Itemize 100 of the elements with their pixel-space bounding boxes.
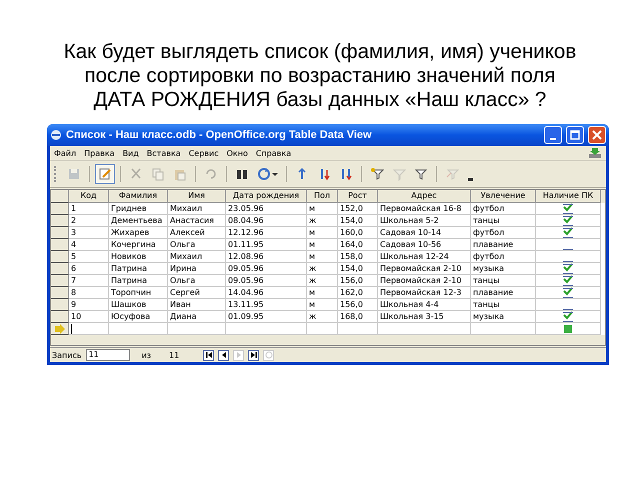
table-cell: 9 <box>69 299 109 311</box>
row-header[interactable] <box>51 251 69 263</box>
column-header[interactable]: Адрес <box>378 190 471 203</box>
download-icon[interactable] <box>588 147 602 159</box>
checkbox[interactable] <box>563 323 573 334</box>
column-header[interactable]: Пол <box>307 190 338 203</box>
menu-item[interactable]: Вид <box>122 148 139 158</box>
maximize-button[interactable] <box>566 126 584 144</box>
table-cell: Жихарев <box>109 227 168 239</box>
cut-icon <box>129 167 143 181</box>
table-cell: 7 <box>69 275 109 287</box>
table-cell: музыка <box>471 311 536 323</box>
column-header[interactable]: Рост <box>338 190 378 203</box>
dropdown-arrow-icon <box>272 171 278 177</box>
table-cell: Школьная 12-24 <box>378 251 471 263</box>
remove-filter-icon <box>445 167 459 181</box>
row-header[interactable] <box>51 299 69 311</box>
row-header[interactable] <box>51 227 69 239</box>
table-cell: Торопчин <box>109 287 168 299</box>
menu-item[interactable]: Файл <box>54 148 76 158</box>
checkbox[interactable] <box>563 215 573 226</box>
standard-filter-icon <box>414 167 428 181</box>
table-cell: 09.05.96 <box>226 263 307 275</box>
record-label: Запись <box>52 350 82 360</box>
new-record-icon <box>54 324 66 334</box>
column-header[interactable]: Имя <box>168 190 226 203</box>
table-cell: 8 <box>69 287 109 299</box>
close-button[interactable] <box>588 126 606 144</box>
checkbox[interactable] <box>563 311 573 322</box>
menu-item[interactable]: Окно <box>226 148 248 158</box>
table-cell: 6 <box>69 263 109 275</box>
row-header[interactable] <box>51 203 69 215</box>
table-cell: 09.05.96 <box>226 275 307 287</box>
table-cell: м <box>307 251 338 263</box>
column-header[interactable]: Наличие ПК <box>536 190 601 203</box>
column-header[interactable]: Код <box>69 190 109 203</box>
first-record-button[interactable] <box>203 350 214 360</box>
table-cell: танцы <box>471 275 536 287</box>
checkbox[interactable] <box>563 263 573 274</box>
table-cell: ж <box>307 215 338 227</box>
column-header[interactable]: Фамилия <box>109 190 168 203</box>
menu-item[interactable]: Сервис <box>188 148 219 158</box>
table-cell: Первомайская 12-3 <box>378 287 471 299</box>
table-cell: 12.08.96 <box>226 251 307 263</box>
edit-button[interactable] <box>95 164 115 184</box>
table-cell: Ольга <box>168 275 226 287</box>
menu-item[interactable]: Вставка <box>146 148 181 158</box>
table-cell: 162,0 <box>338 287 378 299</box>
table-cell: 152,0 <box>338 203 378 215</box>
table-cell: 12.12.96 <box>226 227 307 239</box>
checkbox[interactable] <box>563 275 573 286</box>
table-cell: Школьная 5-2 <box>378 215 471 227</box>
window-title: Список - Наш класс.odb - OpenOffice.org Table Data View <box>66 129 372 141</box>
maximize-icon <box>570 130 580 140</box>
table-cell: футбол <box>471 227 536 239</box>
checkbox[interactable] <box>563 227 573 238</box>
table-cell: Патрина <box>109 275 168 287</box>
row-header[interactable] <box>51 311 69 323</box>
row-header[interactable] <box>51 275 69 287</box>
table-cell: Ольга <box>168 239 226 251</box>
copy-icon <box>151 167 165 181</box>
menu-item[interactable]: Правка <box>84 148 115 158</box>
corner-cell[interactable] <box>51 190 69 203</box>
table-cell: плавание <box>471 239 536 251</box>
table-cell: 10 <box>69 311 109 323</box>
column-header[interactable]: Дата рождения <box>226 190 307 203</box>
checkbox[interactable] <box>563 203 573 214</box>
table-cell: танцы <box>471 215 536 227</box>
table-cell: 5 <box>69 251 109 263</box>
table-cell: 01.09.95 <box>226 311 307 323</box>
minimize-button[interactable] <box>544 126 562 144</box>
table-cell: Новиков <box>109 251 168 263</box>
last-icon <box>250 351 258 359</box>
table-cell: Михаил <box>168 251 226 263</box>
row-header[interactable] <box>51 215 69 227</box>
row-header[interactable] <box>51 287 69 299</box>
prev-record-button[interactable] <box>218 350 230 360</box>
column-header[interactable]: Увлечение <box>471 190 536 203</box>
table-cell: Школьная 4-4 <box>378 299 471 311</box>
table-cell: Шашков <box>109 299 168 311</box>
record-field[interactable]: 11 <box>86 349 130 361</box>
app-icon <box>50 129 62 141</box>
table-cell: 164,0 <box>338 239 378 251</box>
undo-icon <box>204 167 218 181</box>
close-icon <box>592 130 602 140</box>
checkbox[interactable] <box>563 287 573 298</box>
table-cell: Юсуфова <box>109 311 168 323</box>
table-cell: Первомайская 2-10 <box>378 275 471 287</box>
table-cell: Кочергина <box>109 239 168 251</box>
last-record-button[interactable] <box>248 350 260 360</box>
table-cell: 154,0 <box>338 215 378 227</box>
table-cell: музыка <box>471 263 536 275</box>
row-header[interactable] <box>51 263 69 275</box>
menu-item[interactable]: Справка <box>256 148 292 158</box>
save-icon <box>67 167 81 181</box>
paste-icon <box>173 167 187 181</box>
row-header[interactable] <box>51 239 69 251</box>
table-cell: Садовая 10-56 <box>378 239 471 251</box>
table-cell: 156,0 <box>338 299 378 311</box>
table-cell: Гриднев <box>109 203 168 215</box>
